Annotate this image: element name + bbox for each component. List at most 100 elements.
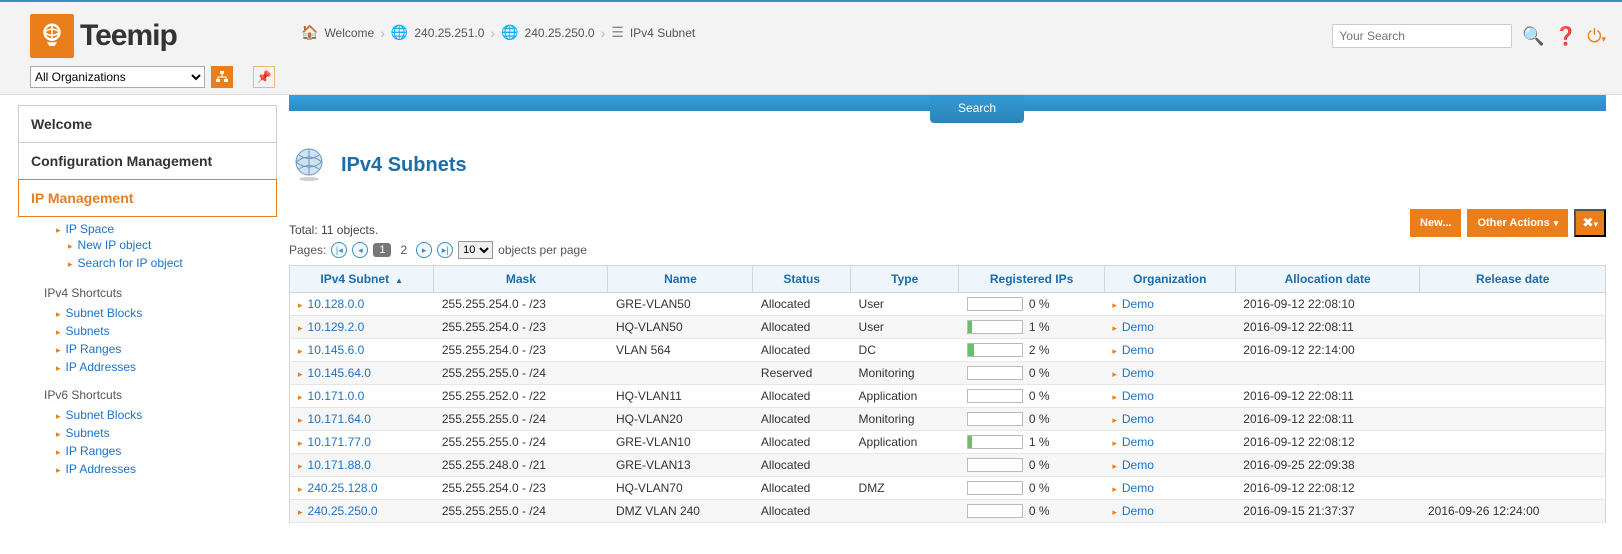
sidebar-item-welcome[interactable]: Welcome (18, 105, 277, 143)
cell-registered-ips: 1 % (959, 316, 1104, 339)
cell-mask: 255.255.254.0 - /23 (434, 316, 608, 339)
cell-status: Allocated (753, 500, 851, 523)
pager-next[interactable]: ▸ (416, 242, 432, 258)
search-panel-bar: Search (289, 95, 1606, 111)
cell-type: Monitoring (851, 408, 959, 431)
subnet-link[interactable]: 10.145.64.0 (308, 366, 371, 380)
col-subnet[interactable]: IPv4 Subnet (290, 266, 434, 293)
subnav-ipv4-subnets[interactable]: Subnets (66, 324, 110, 338)
cell-subnet: 240.25.128.0 (290, 477, 434, 500)
cell-subnet: 240.25.250.0 (290, 500, 434, 523)
other-actions-button[interactable]: Other Actions▾ (1467, 209, 1568, 237)
sidebar-item-ip-mgmt[interactable]: IP Management (18, 179, 277, 217)
subnav-ipv6-subnet-blocks[interactable]: Subnet Blocks (66, 408, 143, 422)
col-type[interactable]: Type (851, 266, 959, 293)
pager-last[interactable]: ▸| (437, 242, 453, 258)
breadcrumb-item[interactable]: IPv4 Subnet (630, 26, 695, 40)
cell-alloc-date: 2016-09-12 22:08:12 (1235, 431, 1420, 454)
org-tree-button[interactable] (211, 66, 233, 88)
org-link[interactable]: Demo (1122, 435, 1154, 449)
org-link[interactable]: Demo (1122, 366, 1154, 380)
col-allocation-date[interactable]: Allocation date (1235, 266, 1420, 293)
cell-registered-ips: 0 % (959, 408, 1104, 431)
cell-status: Allocated (753, 431, 851, 454)
col-registered-ips[interactable]: Registered IPs (959, 266, 1104, 293)
pager-prev[interactable]: ◂ (352, 242, 368, 258)
subnet-link[interactable]: 10.129.2.0 (308, 320, 365, 334)
cell-subnet: 10.171.64.0 (290, 408, 434, 431)
subnav-ipv6-subnets[interactable]: Subnets (66, 426, 110, 440)
breadcrumb-item[interactable]: 240.25.250.0 (525, 26, 595, 40)
cell-alloc-date: 2016-09-12 22:08:11 (1235, 408, 1420, 431)
breadcrumb-welcome[interactable]: Welcome (324, 26, 374, 40)
cell-subnet: 10.171.88.0 (290, 454, 434, 477)
subnet-link[interactable]: 10.171.0.0 (308, 389, 365, 403)
subnav-ipv4-ip-ranges[interactable]: IP Ranges (66, 342, 122, 356)
subnet-link[interactable]: 10.145.6.0 (308, 343, 365, 357)
col-release-date[interactable]: Release date (1420, 266, 1606, 293)
cell-subnet: 10.129.2.0 (290, 316, 434, 339)
org-link[interactable]: Demo (1122, 412, 1154, 426)
org-link[interactable]: Demo (1122, 343, 1154, 357)
cell-registered-ips: 1 % (959, 431, 1104, 454)
col-status[interactable]: Status (753, 266, 851, 293)
cell-alloc-date: 2016-09-12 22:08:11 (1235, 316, 1420, 339)
pager-first[interactable]: |◂ (331, 242, 347, 258)
page-title: IPv4 Subnets (341, 154, 467, 177)
org-link[interactable]: Demo (1122, 389, 1154, 403)
breadcrumb-item[interactable]: 240.25.251.0 (414, 26, 484, 40)
cell-release-date (1420, 293, 1606, 316)
subnav-ip-space[interactable]: IP Space (66, 222, 114, 236)
subnav-ipv6-ip-addresses[interactable]: IP Addresses (66, 462, 137, 476)
subnav-ipv4-subnet-blocks[interactable]: Subnet Blocks (66, 306, 143, 320)
cell-org: Demo (1104, 293, 1235, 316)
cell-status: Reserved (753, 362, 851, 385)
power-icon[interactable]: ⏻▾ (1587, 26, 1606, 47)
subnet-link[interactable]: 240.25.250.0 (308, 504, 378, 518)
help-icon[interactable]: ❓ (1555, 26, 1577, 47)
global-search-input[interactable] (1332, 24, 1512, 48)
cell-subnet: 10.171.77.0 (290, 431, 434, 454)
subnav-new-ip-object[interactable]: New IP object (78, 238, 152, 252)
cell-subnet: 10.171.0.0 (290, 385, 434, 408)
pin-button[interactable]: 📌 (253, 66, 275, 88)
subnav-search-ip-object[interactable]: Search for IP object (78, 256, 183, 270)
org-selector[interactable]: All Organizations (30, 66, 205, 88)
org-link[interactable]: Demo (1122, 320, 1154, 334)
tools-button[interactable]: ✖▾ (1574, 209, 1606, 237)
subnet-link[interactable]: 10.171.77.0 (308, 435, 371, 449)
table-row: 240.25.250.0255.255.255.0 - /24DMZ VLAN … (290, 500, 1606, 523)
cell-alloc-date: 2016-09-12 22:08:11 (1235, 385, 1420, 408)
cell-release-date (1420, 477, 1606, 500)
sidebar-item-config-mgmt[interactable]: Configuration Management (18, 142, 277, 180)
new-button[interactable]: New... (1410, 209, 1461, 237)
pager-page-2[interactable]: 2 (396, 242, 411, 258)
org-link[interactable]: Demo (1122, 297, 1154, 311)
org-link[interactable]: Demo (1122, 504, 1154, 518)
search-panel-toggle[interactable]: Search (930, 95, 1024, 123)
app-logo[interactable]: Teemip (30, 14, 275, 58)
org-link[interactable]: Demo (1122, 458, 1154, 472)
subnet-link[interactable]: 10.171.88.0 (308, 458, 371, 472)
cell-status: Allocated (753, 454, 851, 477)
cell-alloc-date: 2016-09-15 21:37:37 (1235, 500, 1420, 523)
col-mask[interactable]: Mask (434, 266, 608, 293)
cell-registered-ips: 0 % (959, 454, 1104, 477)
subnav-ipv4-ip-addresses[interactable]: IP Addresses (66, 360, 137, 374)
col-organization[interactable]: Organization (1104, 266, 1235, 293)
breadcrumb: 🏠 Welcome › 🌐 240.25.251.0 › 🌐 240.25.25… (301, 24, 695, 41)
subnet-link[interactable]: 10.171.64.0 (308, 412, 371, 426)
cell-mask: 255.255.254.0 - /23 (434, 339, 608, 362)
subnet-link[interactable]: 10.128.0.0 (308, 297, 365, 311)
org-link[interactable]: Demo (1122, 481, 1154, 495)
cell-mask: 255.255.255.0 - /24 (434, 500, 608, 523)
cell-name: GRE-VLAN50 (608, 293, 753, 316)
subnav-ipv6-ip-ranges[interactable]: IP Ranges (66, 444, 122, 458)
search-icon[interactable]: 🔍 (1522, 26, 1544, 47)
subnet-link[interactable]: 240.25.128.0 (308, 481, 378, 495)
cell-registered-ips: 0 % (959, 385, 1104, 408)
cell-status: Allocated (753, 385, 851, 408)
per-page-select[interactable]: 10 (458, 241, 493, 259)
cell-name: GRE-VLAN13 (608, 454, 753, 477)
col-name[interactable]: Name (608, 266, 753, 293)
